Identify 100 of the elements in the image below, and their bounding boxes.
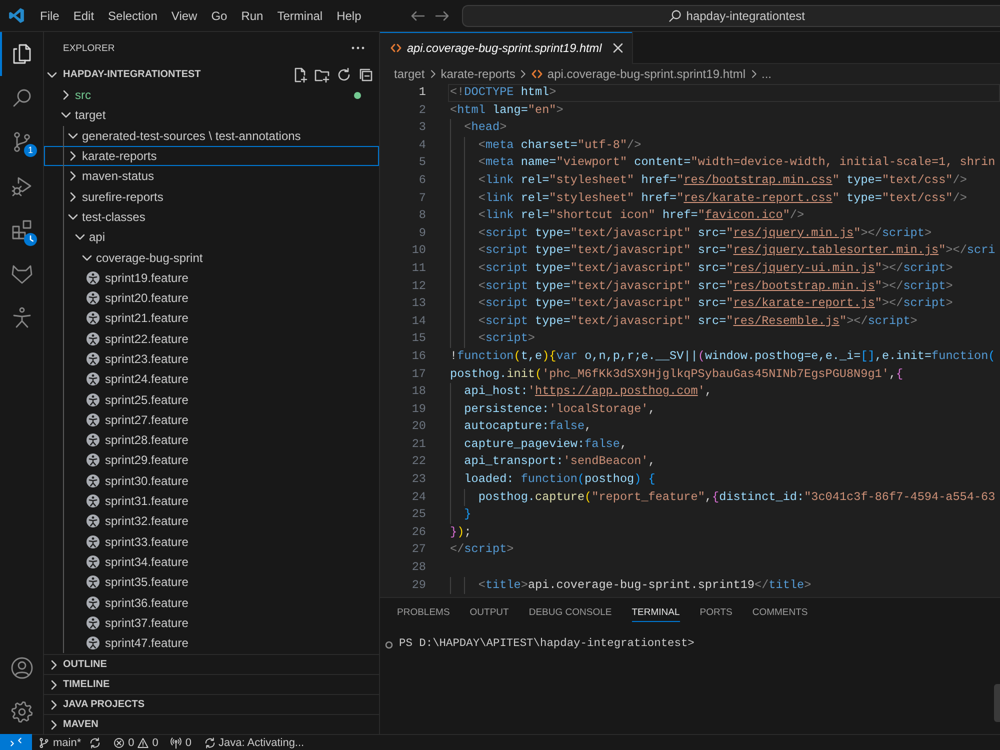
panel-tab[interactable]: PORTS (700, 602, 732, 622)
terminal-prompt: PS D:\HAPDAY\APITEST\hapday-integrationtest> (399, 636, 694, 652)
line-number: 21 (410, 436, 426, 453)
line-number: 26 (410, 524, 426, 541)
tree-item[interactable]: sprint25.feature (44, 389, 379, 410)
line-number: 12 (410, 278, 426, 295)
tree-item[interactable]: test-classes (44, 206, 379, 228)
code-line: <head> (450, 119, 507, 137)
account-icon (10, 656, 34, 680)
remote-button[interactable] (0, 734, 32, 750)
code-line: posthog.capture("report_feature",{distinct_id:"3c041c3f-86f7-4594-a554-63 (450, 488, 996, 506)
line-number: 25 (410, 506, 426, 524)
panel-tab[interactable]: DEBUG CONSOLE (528, 602, 612, 622)
figure-disc-icon (86, 596, 100, 610)
tree-item[interactable]: sprint29.feature (44, 450, 379, 471)
tree-item[interactable]: src (44, 85, 379, 106)
tree-item[interactable]: target (44, 105, 379, 126)
breadcrumb-item[interactable]: ... (762, 67, 772, 81)
branch-button[interactable]: main* (32, 735, 88, 750)
tree-item[interactable]: sprint47.feature (44, 633, 379, 654)
figure-disc-icon (86, 412, 100, 427)
line-number: 19 (410, 400, 426, 418)
menu-item[interactable]: File (33, 6, 66, 26)
section-header[interactable]: TIMELINE (44, 674, 379, 694)
figure-disc-icon (86, 636, 100, 650)
section-header[interactable]: JAVA PROJECTS (44, 694, 379, 714)
command-center[interactable]: hapday-integrationtest (462, 4, 1000, 26)
tree-item[interactable]: sprint33.feature (44, 532, 379, 552)
tree-item[interactable]: sprint35.feature (44, 572, 379, 592)
menu-item[interactable]: Selection (101, 6, 164, 26)
code-line: loaded: function(posthog) { (450, 471, 656, 489)
tree-item[interactable]: sprint24.feature (44, 369, 379, 390)
figure-disc-icon (86, 453, 100, 468)
menu-item[interactable]: View (164, 6, 204, 26)
tree-item[interactable]: sprint32.feature (44, 511, 379, 532)
menu-item[interactable]: Terminal (270, 6, 330, 26)
panel-tab[interactable]: COMMENTS (752, 602, 808, 622)
figure-disc-icon (86, 291, 100, 306)
scrollbar-thumb[interactable] (994, 684, 1000, 722)
figure-disc-icon (86, 352, 100, 366)
refresh-icon[interactable] (336, 66, 352, 82)
menu-item[interactable]: Help (330, 6, 368, 26)
line-number: 4 (418, 136, 426, 154)
figure-disc-icon (86, 575, 100, 590)
panel-tab[interactable]: TERMINAL (632, 602, 680, 622)
java-status-button[interactable]: Java: Activating... (198, 735, 310, 750)
ports-button[interactable]: 0 (164, 735, 198, 750)
code-line: <meta charset="utf-8"/> (450, 136, 642, 154)
error-icon (113, 736, 126, 748)
search-icon (668, 8, 682, 22)
tree-item[interactable]: karate-reports (44, 146, 379, 166)
editor-tab[interactable]: api.coverage-bug-sprint.sprint19.html (380, 32, 633, 64)
tree-item[interactable]: sprint23.feature (44, 348, 379, 370)
tree-item[interactable]: surefire-reports (44, 186, 379, 207)
breadcrumb-item[interactable]: target (394, 67, 425, 81)
sync-icon[interactable] (89, 736, 102, 748)
line-number: 22 (410, 453, 426, 470)
line-number: 27 (410, 541, 426, 558)
menu-item[interactable]: Go (204, 6, 234, 26)
figure-disc-icon (86, 270, 100, 285)
menu-item[interactable]: Run (234, 6, 270, 26)
tree-item[interactable]: sprint22.feature (44, 328, 379, 349)
angle-brackets-icon (10, 736, 22, 748)
tree-item[interactable]: sprint21.feature (44, 308, 379, 329)
line-number: 9 (418, 224, 426, 242)
antenna-icon (170, 736, 182, 748)
new-file-icon[interactable] (292, 66, 308, 82)
panel-tab[interactable]: PROBLEMS (397, 602, 450, 622)
menu-item[interactable]: Edit (66, 6, 102, 26)
breadcrumb-item[interactable]: karate-reports (440, 67, 516, 81)
line-number: 2 (418, 102, 426, 119)
source-control-button[interactable]: 1 (0, 120, 43, 164)
code-line: <script type="text/javascript" src="res/jquery.tablesorter.min.js"></scri (450, 242, 996, 260)
tree-item[interactable]: sprint37.feature (44, 612, 379, 634)
problems-button[interactable]: 0 0 (107, 735, 164, 750)
panel-tab[interactable]: OUTPUT (470, 602, 509, 622)
tree-item[interactable]: sprint30.feature (44, 470, 379, 491)
code-line: <html lang="en"> (450, 102, 564, 119)
section-header[interactable]: OUTLINE (44, 654, 379, 674)
tree-item[interactable]: maven-status (44, 166, 379, 186)
line-number: 28 (410, 559, 426, 576)
breadcrumb-item[interactable]: api.coverage-bug-sprint.sprint19.html (531, 67, 746, 81)
tree-item[interactable]: api (44, 227, 379, 248)
line-number: 3 (418, 119, 426, 136)
tree-item[interactable]: sprint36.feature (44, 592, 379, 613)
tree-item[interactable]: sprint19.feature (44, 268, 379, 288)
tree-item[interactable]: sprint28.feature (44, 430, 379, 450)
tree-item[interactable]: sprint31.feature (44, 490, 379, 512)
tree-item[interactable]: generated-test-sources \ test-annotations (44, 126, 379, 146)
code-line: <!DOCTYPE html> (450, 84, 556, 101)
folder-header[interactable]: HAPDAY-INTEGRATIONTEST (44, 64, 292, 85)
tree-item[interactable]: sprint20.feature (44, 288, 379, 308)
tree-item[interactable]: sprint34.feature (44, 552, 379, 572)
tree-item[interactable]: coverage-bug-sprint (44, 247, 379, 268)
collapse-all-icon[interactable] (358, 66, 374, 82)
code-line: capture_pageview:false, (450, 436, 628, 454)
figure-disc-icon (86, 534, 100, 549)
code-line: persistence:'localStorage', (450, 400, 656, 418)
tree-item[interactable]: sprint27.feature (44, 410, 379, 430)
code-line: } (450, 506, 472, 524)
